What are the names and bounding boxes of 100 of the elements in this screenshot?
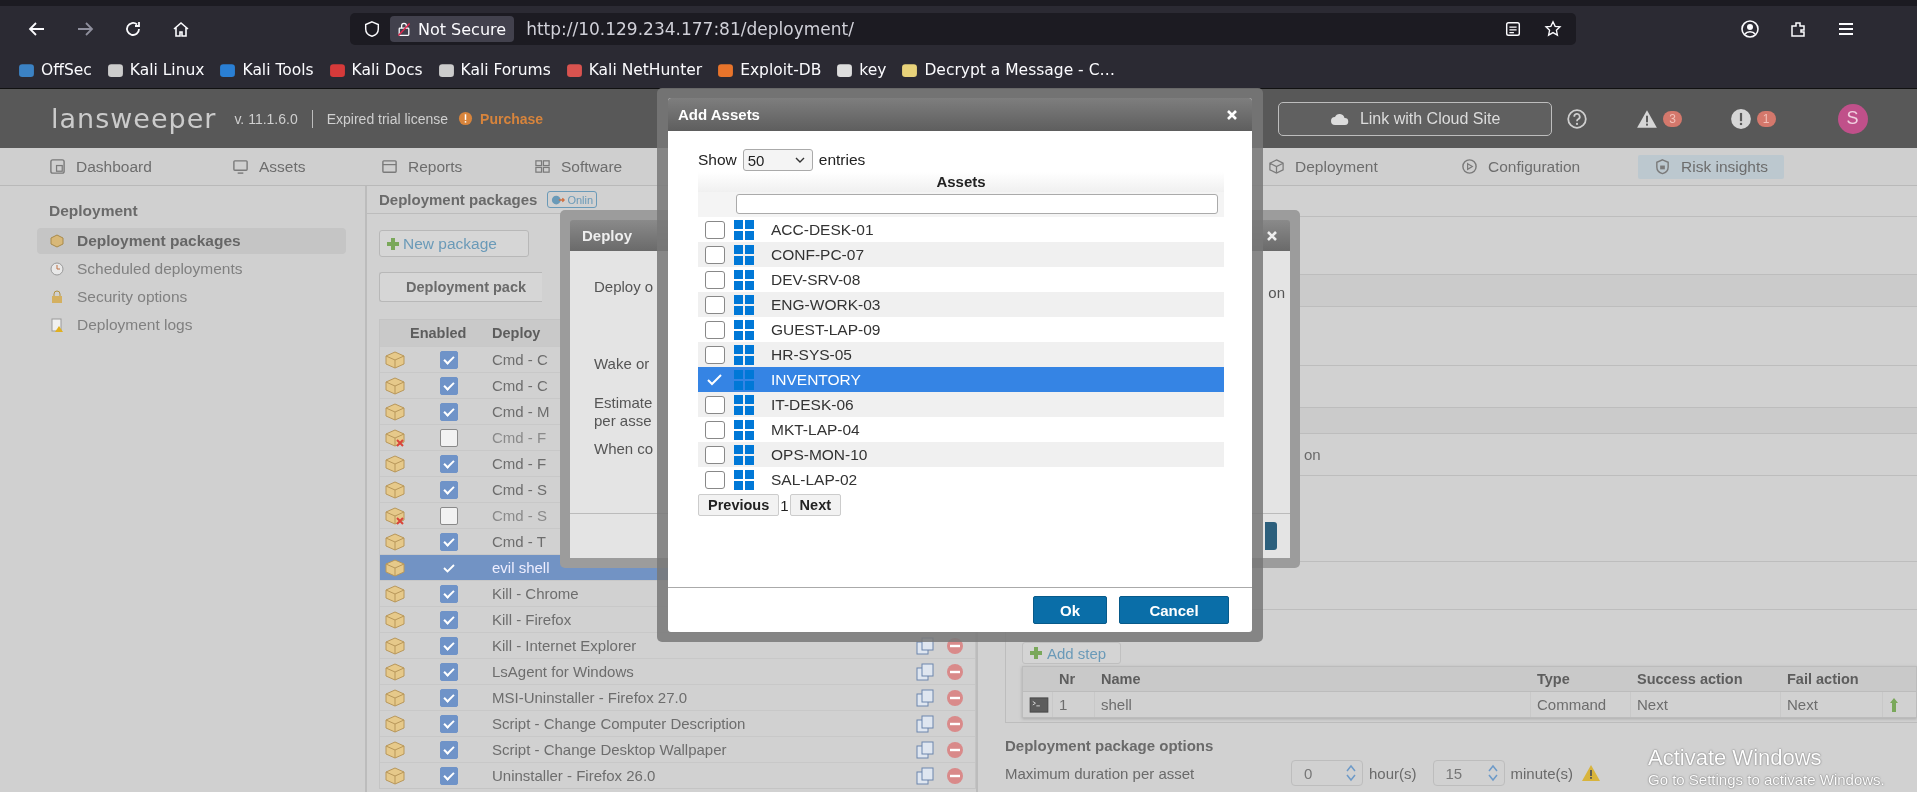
- enabled-checkbox[interactable]: [439, 766, 458, 785]
- asset-row[interactable]: ENG-WORK-03: [698, 292, 1224, 317]
- ok-button[interactable]: Ok: [1033, 596, 1107, 624]
- nav-tab[interactable]: Dashboard: [43, 154, 158, 179]
- delete-icon[interactable]: [945, 714, 965, 733]
- enabled-checkbox[interactable]: [439, 506, 458, 525]
- error-icon[interactable]: [1729, 107, 1752, 130]
- asset-checkbox[interactable]: [705, 295, 725, 314]
- asset-row[interactable]: CONF-PC-07: [698, 242, 1224, 267]
- copy-icon[interactable]: [915, 688, 935, 707]
- asset-row[interactable]: SAL-LAP-02: [698, 467, 1224, 492]
- up-down-arrows-icon[interactable]: [1487, 764, 1498, 782]
- asset-row[interactable]: ACC-DESK-01: [698, 217, 1224, 242]
- sidebar-item[interactable]: Deployment packages: [37, 228, 346, 254]
- minutes-spinner[interactable]: 15: [1432, 760, 1505, 786]
- enabled-checkbox[interactable]: [439, 428, 458, 447]
- help-icon[interactable]: [1566, 107, 1589, 130]
- deployment-packages-tab[interactable]: Deployment pack: [379, 272, 542, 302]
- copy-icon[interactable]: [915, 766, 935, 785]
- asset-checkbox[interactable]: [705, 345, 725, 364]
- bookmark-link[interactable]: Exploit-DB: [717, 61, 822, 79]
- reader-view-icon[interactable]: [1504, 20, 1522, 38]
- home-icon[interactable]: [171, 19, 191, 39]
- package-row[interactable]: Script - Change Desktop Wallpaper: [380, 736, 975, 762]
- delete-icon[interactable]: [945, 688, 965, 707]
- asset-row[interactable]: MKT-LAP-04: [698, 417, 1224, 442]
- asset-checkbox[interactable]: [705, 470, 725, 489]
- enabled-checkbox[interactable]: [439, 350, 458, 369]
- asset-row[interactable]: GUEST-LAP-09: [698, 317, 1224, 342]
- check-icon[interactable]: [705, 371, 725, 388]
- enabled-checkbox[interactable]: [439, 376, 458, 395]
- delete-icon[interactable]: [945, 740, 965, 759]
- up-arrow-icon[interactable]: [1889, 696, 1899, 713]
- bookmark-link[interactable]: Decrypt a Message - C…: [901, 61, 1115, 79]
- package-row[interactable]: MSI-Uninstaller - Firefox 27.0: [380, 684, 975, 710]
- nav-tab[interactable]: Software: [528, 154, 629, 179]
- enabled-checkbox[interactable]: [439, 584, 458, 603]
- avatar[interactable]: S: [1837, 103, 1868, 134]
- nav-tab[interactable]: Deployment: [1262, 154, 1384, 179]
- copy-icon[interactable]: [915, 740, 935, 759]
- asset-checkbox[interactable]: [705, 445, 725, 464]
- bookmark-link[interactable]: Kali Docs: [328, 61, 423, 79]
- enabled-checkbox[interactable]: [439, 454, 458, 473]
- bookmark-link[interactable]: Kali Forums: [437, 61, 551, 79]
- enabled-checkbox[interactable]: [439, 662, 458, 681]
- account-icon[interactable]: [1740, 19, 1760, 39]
- enabled-checkbox[interactable]: [439, 740, 458, 759]
- asset-checkbox[interactable]: [705, 395, 725, 414]
- hours-spinner[interactable]: 0: [1291, 760, 1363, 786]
- bookmark-link[interactable]: Kali Linux: [106, 61, 205, 79]
- asset-checkbox[interactable]: [705, 270, 725, 289]
- nav-tab[interactable]: Assets: [226, 154, 312, 179]
- asset-checkbox[interactable]: [705, 245, 725, 264]
- not-secure-badge[interactable]: Not Secure: [390, 16, 515, 42]
- page-size-dropdown[interactable]: 50: [742, 149, 813, 171]
- enabled-checkbox[interactable]: [439, 610, 458, 629]
- delete-icon[interactable]: [945, 662, 965, 681]
- address-bar[interactable]: Not Secure http://10.129.234.177:81/deployment/: [350, 13, 1576, 45]
- nav-tab[interactable]: Risk insights: [1638, 154, 1784, 179]
- panel-title: Deployment packages: [379, 191, 538, 208]
- copy-icon[interactable]: [915, 714, 935, 733]
- bookmark-link[interactable]: Kali NetHunter: [565, 61, 703, 79]
- asset-checkbox[interactable]: [705, 320, 725, 339]
- enabled-checkbox[interactable]: [439, 402, 458, 421]
- shield-icon[interactable]: [363, 20, 381, 38]
- enabled-checkbox[interactable]: [439, 532, 458, 551]
- enabled-checkbox[interactable]: [439, 688, 458, 707]
- next-button[interactable]: Next: [789, 494, 842, 516]
- extensions-icon[interactable]: [1788, 19, 1808, 39]
- delete-icon[interactable]: [945, 766, 965, 785]
- package-row[interactable]: LsAgent for Windows: [380, 658, 975, 684]
- copy-icon[interactable]: [915, 662, 935, 681]
- filter-field[interactable]: [736, 194, 1218, 214]
- enabled-checkbox[interactable]: [439, 636, 458, 655]
- logo-text[interactable]: lansweeper: [51, 103, 217, 134]
- previous-button[interactable]: Previous: [698, 494, 780, 516]
- reload-icon[interactable]: [123, 19, 143, 39]
- page-number[interactable]: 1: [780, 496, 789, 514]
- nav-tab[interactable]: Configuration: [1455, 154, 1587, 179]
- enabled-checkbox[interactable]: [439, 480, 458, 499]
- asset-row[interactable]: IT-DESK-06: [698, 392, 1224, 417]
- link-cloud-button[interactable]: Link with Cloud Site: [1278, 101, 1553, 136]
- bookmark-link[interactable]: key: [836, 61, 887, 79]
- package-row[interactable]: Uninstaller - Firefox 26.0: [380, 762, 975, 788]
- nav-tab[interactable]: Reports: [375, 154, 469, 179]
- asset-row[interactable]: HR-SYS-05: [698, 342, 1224, 367]
- asset-row[interactable]: OPS-MON-10: [698, 442, 1224, 467]
- bookmark-link[interactable]: OffSec: [18, 61, 92, 79]
- cancel-button[interactable]: Cancel: [1119, 596, 1229, 624]
- enabled-checkbox[interactable]: [439, 714, 458, 733]
- asset-checkbox[interactable]: [705, 420, 725, 439]
- up-down-arrows-icon[interactable]: [1346, 764, 1356, 782]
- close-icon[interactable]: [1266, 229, 1278, 242]
- asset-checkbox[interactable]: [705, 220, 725, 239]
- package-row[interactable]: Script - Change Computer Description: [380, 710, 975, 736]
- favicon-icon: [18, 61, 35, 79]
- bookmark-link[interactable]: Kali Tools: [219, 61, 314, 79]
- asset-row[interactable]: DEV-SRV-08: [698, 267, 1224, 292]
- star-icon[interactable]: [1544, 20, 1562, 38]
- asset-row[interactable]: INVENTORY: [698, 367, 1224, 392]
